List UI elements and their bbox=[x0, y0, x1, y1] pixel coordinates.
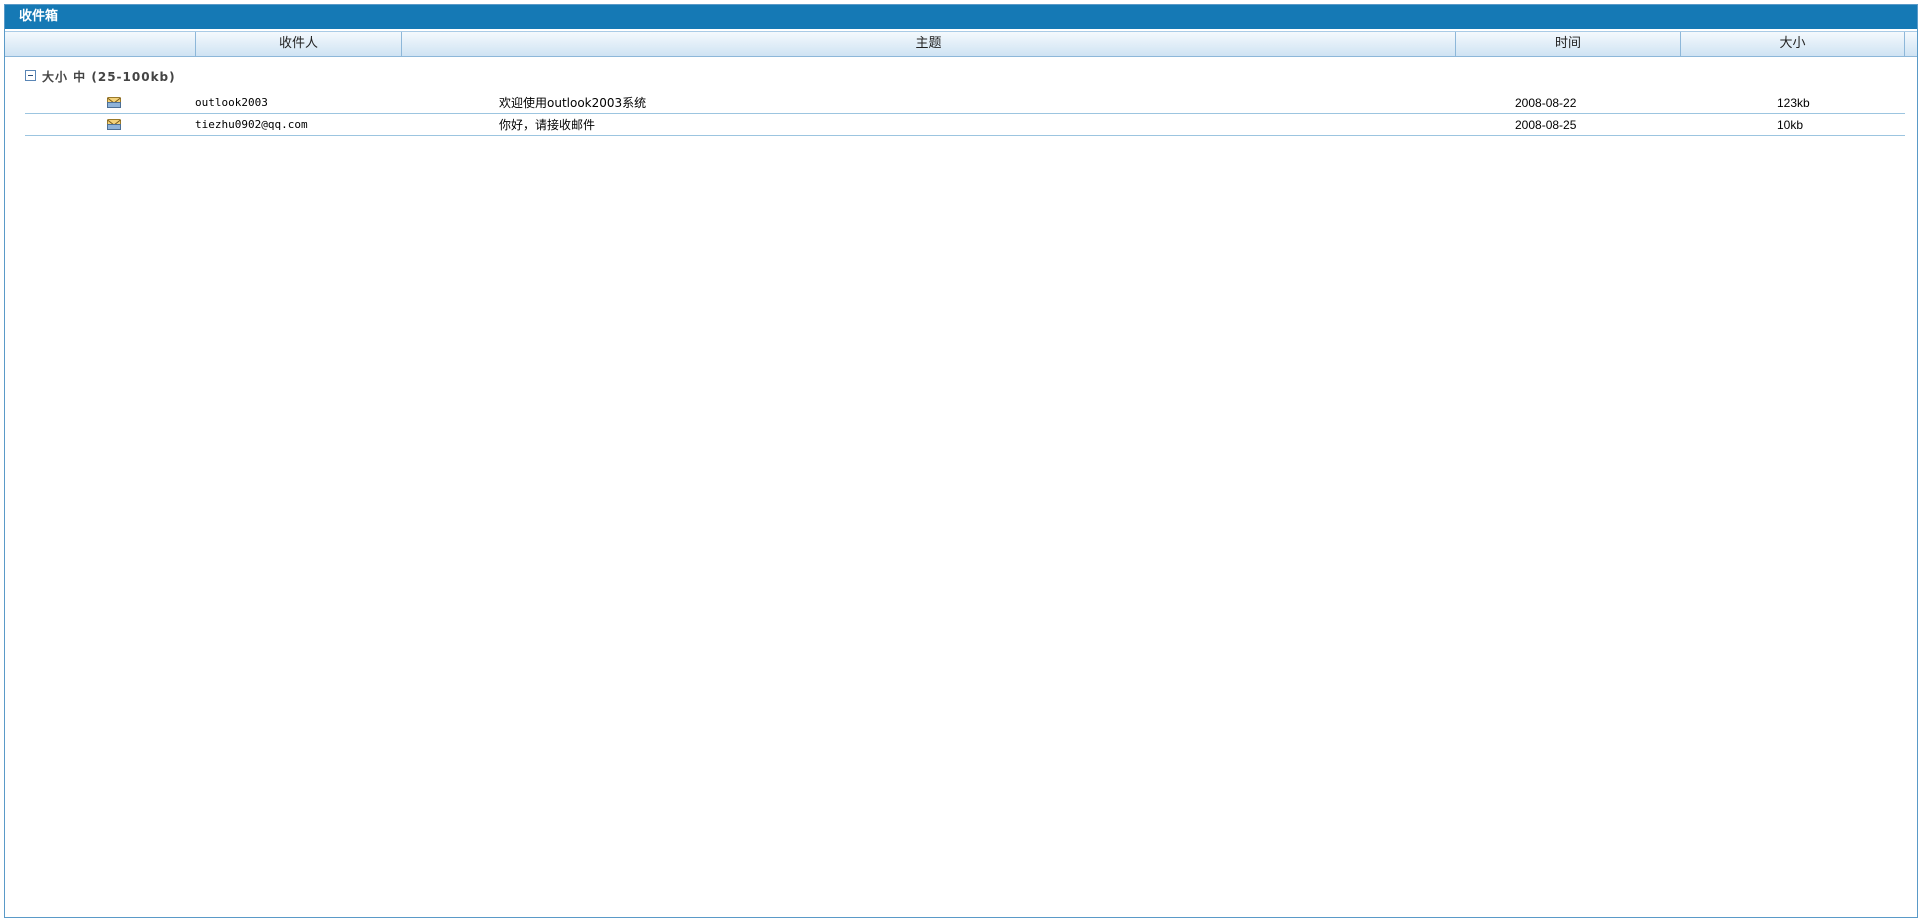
mail-subject: 你好，请接收邮件 bbox=[499, 118, 596, 132]
group-label: 大小 中 (25-100kb) bbox=[42, 70, 176, 84]
mail-size: 10kb bbox=[1777, 118, 1804, 132]
window-title: 收件箱 bbox=[5, 5, 1917, 29]
mail-recipient: tiezhu0902@qq.com bbox=[195, 118, 308, 131]
mail-size: 123kb bbox=[1777, 96, 1810, 110]
envelope-icon bbox=[107, 114, 123, 136]
group-header: 大小 中 (25-100kb) bbox=[25, 69, 176, 85]
mail-time: 2008-08-25 bbox=[1515, 118, 1577, 132]
mail-row[interactable]: tiezhu0902@qq.com 你好，请接收邮件 2008-08-25 10… bbox=[25, 114, 1905, 136]
inbox-window: 收件箱 收件人 主题 时间 大小 大小 中 (25-100kb) outlook… bbox=[4, 4, 1918, 918]
column-header-subject[interactable]: 主题 bbox=[401, 32, 1455, 56]
column-header-size[interactable]: 大小 bbox=[1680, 32, 1905, 56]
collapse-icon[interactable] bbox=[25, 70, 36, 81]
column-header-time[interactable]: 时间 bbox=[1455, 32, 1680, 56]
envelope-icon bbox=[107, 92, 123, 114]
mail-subject: 欢迎使用outlook2003系统 bbox=[499, 96, 647, 110]
column-header-blank[interactable] bbox=[5, 32, 195, 56]
mail-time: 2008-08-22 bbox=[1515, 96, 1577, 110]
column-header-bar: 收件人 主题 时间 大小 bbox=[5, 31, 1917, 57]
mail-recipient: outlook2003 bbox=[195, 96, 268, 109]
column-header-recipient[interactable]: 收件人 bbox=[195, 32, 401, 56]
mail-row[interactable]: outlook2003 欢迎使用outlook2003系统 2008-08-22… bbox=[25, 92, 1905, 114]
